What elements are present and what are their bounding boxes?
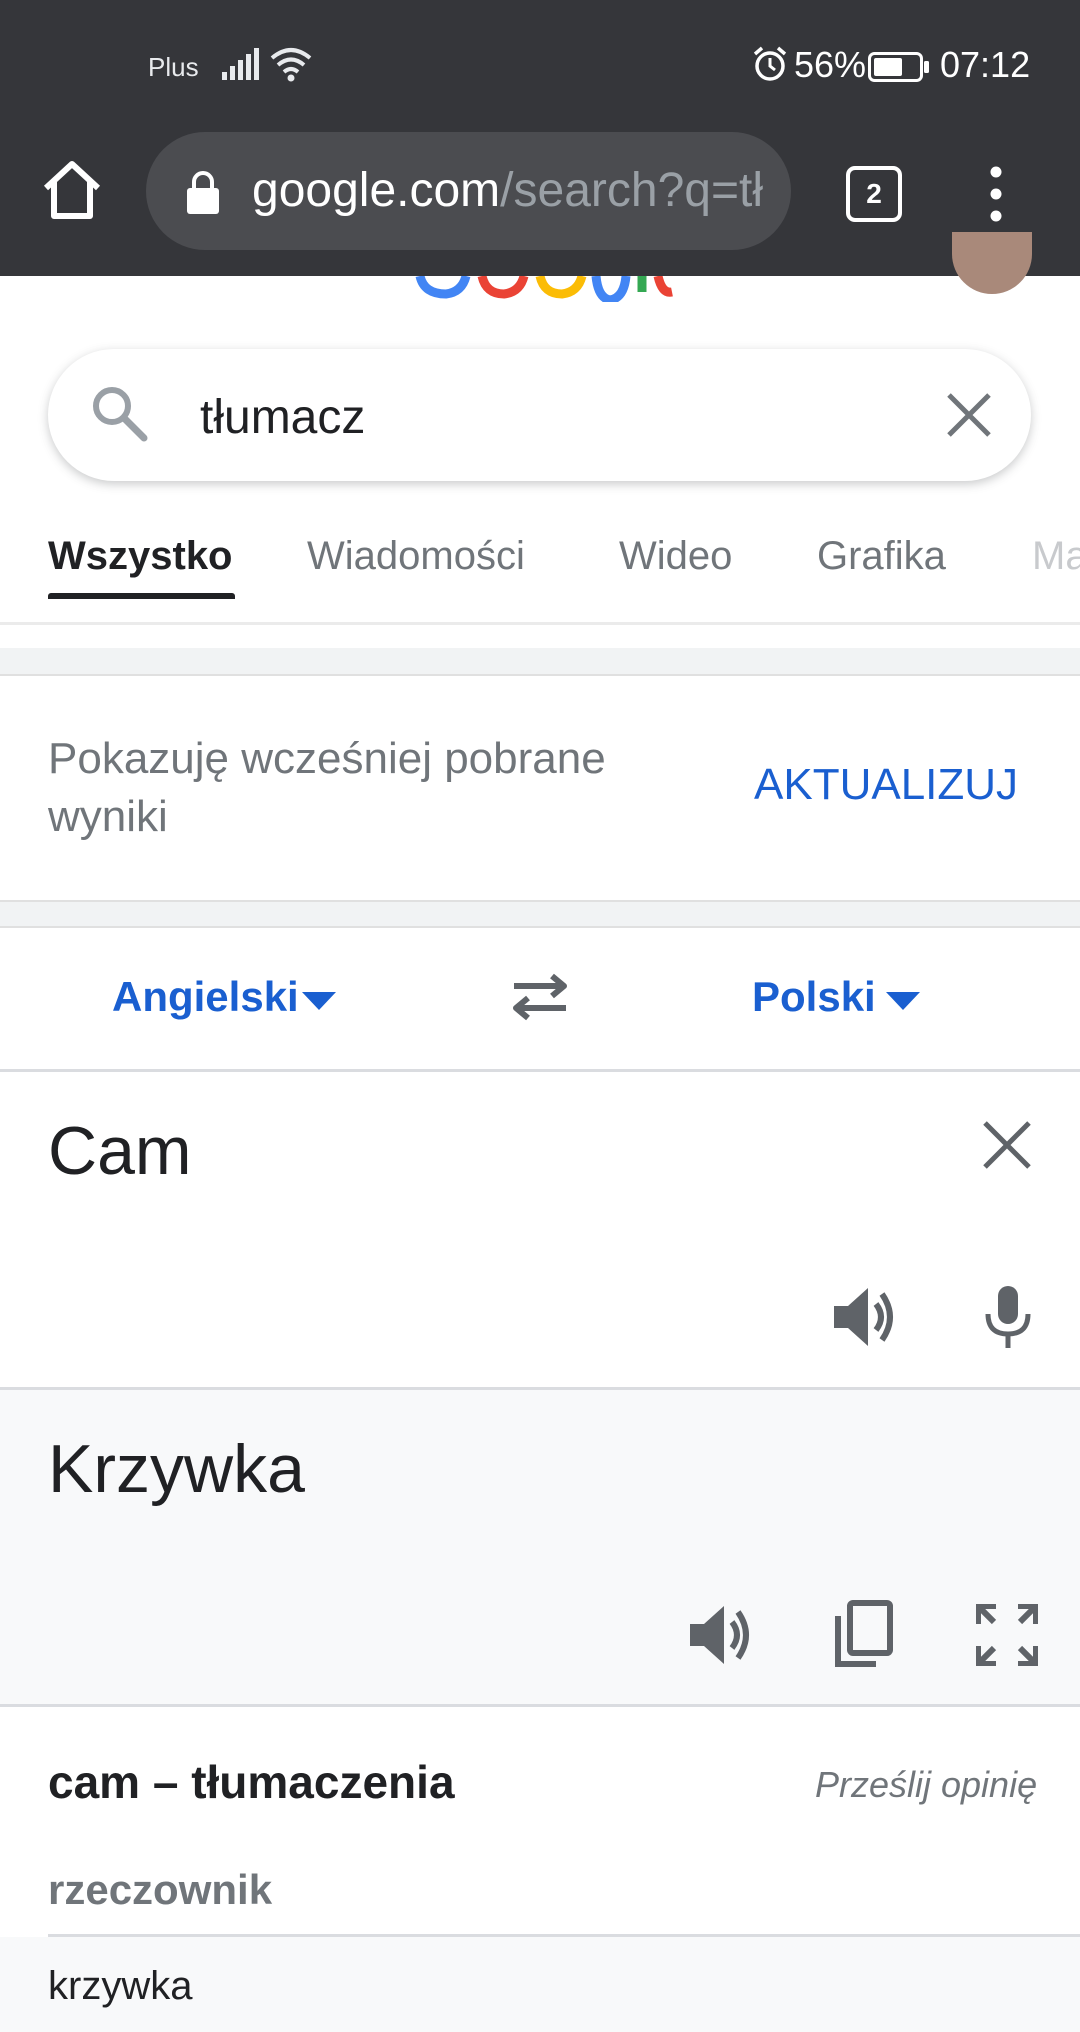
swap-languages-icon[interactable] [508, 972, 572, 1022]
fullscreen-icon[interactable] [976, 1604, 1038, 1666]
microphone-icon[interactable] [984, 1284, 1032, 1350]
alarm-icon [753, 46, 787, 81]
battery-percent: 56% [794, 44, 867, 85]
tab-switcher-button[interactable]: 2 [846, 166, 902, 222]
signal-icon [222, 48, 259, 80]
tab-images[interactable]: Grafika [817, 534, 946, 579]
search-icon[interactable] [90, 384, 148, 442]
offline-notice-text: Pokazuję wcześniej pobrane wyniki [48, 734, 606, 841]
speaker-icon[interactable] [686, 1602, 752, 1668]
search-box[interactable] [48, 349, 1031, 481]
close-icon[interactable] [980, 1118, 1034, 1172]
tab-more[interactable]: Ma [1032, 534, 1080, 579]
tab-all[interactable]: Wszystko [48, 534, 233, 579]
account-avatar[interactable] [952, 232, 1032, 294]
lock-icon [187, 171, 219, 214]
source-text-input[interactable]: Cam [48, 1112, 192, 1190]
dictionary-title: cam – tłumaczenia [48, 1756, 455, 1808]
url-text[interactable]: google.com/search?q=tł [252, 163, 770, 218]
part-of-speech-label: rzeczownik [48, 1866, 273, 1913]
close-icon[interactable] [944, 390, 994, 440]
section-separator [0, 900, 1080, 928]
section-separator [0, 648, 1080, 676]
chevron-down-icon[interactable] [886, 992, 920, 1010]
speaker-icon[interactable] [830, 1284, 896, 1350]
feedback-link[interactable]: Prześlij opinię [815, 1764, 1037, 1806]
more-menu-icon[interactable] [978, 162, 1014, 226]
clock: 07:12 [940, 44, 1031, 85]
copy-icon[interactable] [832, 1600, 894, 1668]
divider [0, 622, 1080, 625]
source-language-selector[interactable]: Angielski [112, 973, 299, 1021]
update-button[interactable]: AKTUALIZUJ [754, 760, 1018, 810]
google-logo[interactable] [410, 276, 680, 302]
home-button[interactable] [40, 158, 104, 222]
chevron-down-icon[interactable] [302, 992, 336, 1010]
search-input[interactable]: tłumacz [200, 390, 365, 445]
divider [0, 1069, 1080, 1072]
translated-text: Krzywka [48, 1431, 305, 1507]
tab-news[interactable]: Wiadomości [307, 534, 525, 579]
carrier-name: Plus [148, 52, 199, 82]
dictionary-entry: krzywka [48, 1964, 193, 2008]
battery-icon [868, 52, 929, 82]
target-language-selector[interactable]: Polski [752, 973, 876, 1021]
wifi-icon [270, 48, 312, 82]
tab-video[interactable]: Wideo [619, 534, 732, 579]
tab-selected-indicator [48, 593, 235, 599]
